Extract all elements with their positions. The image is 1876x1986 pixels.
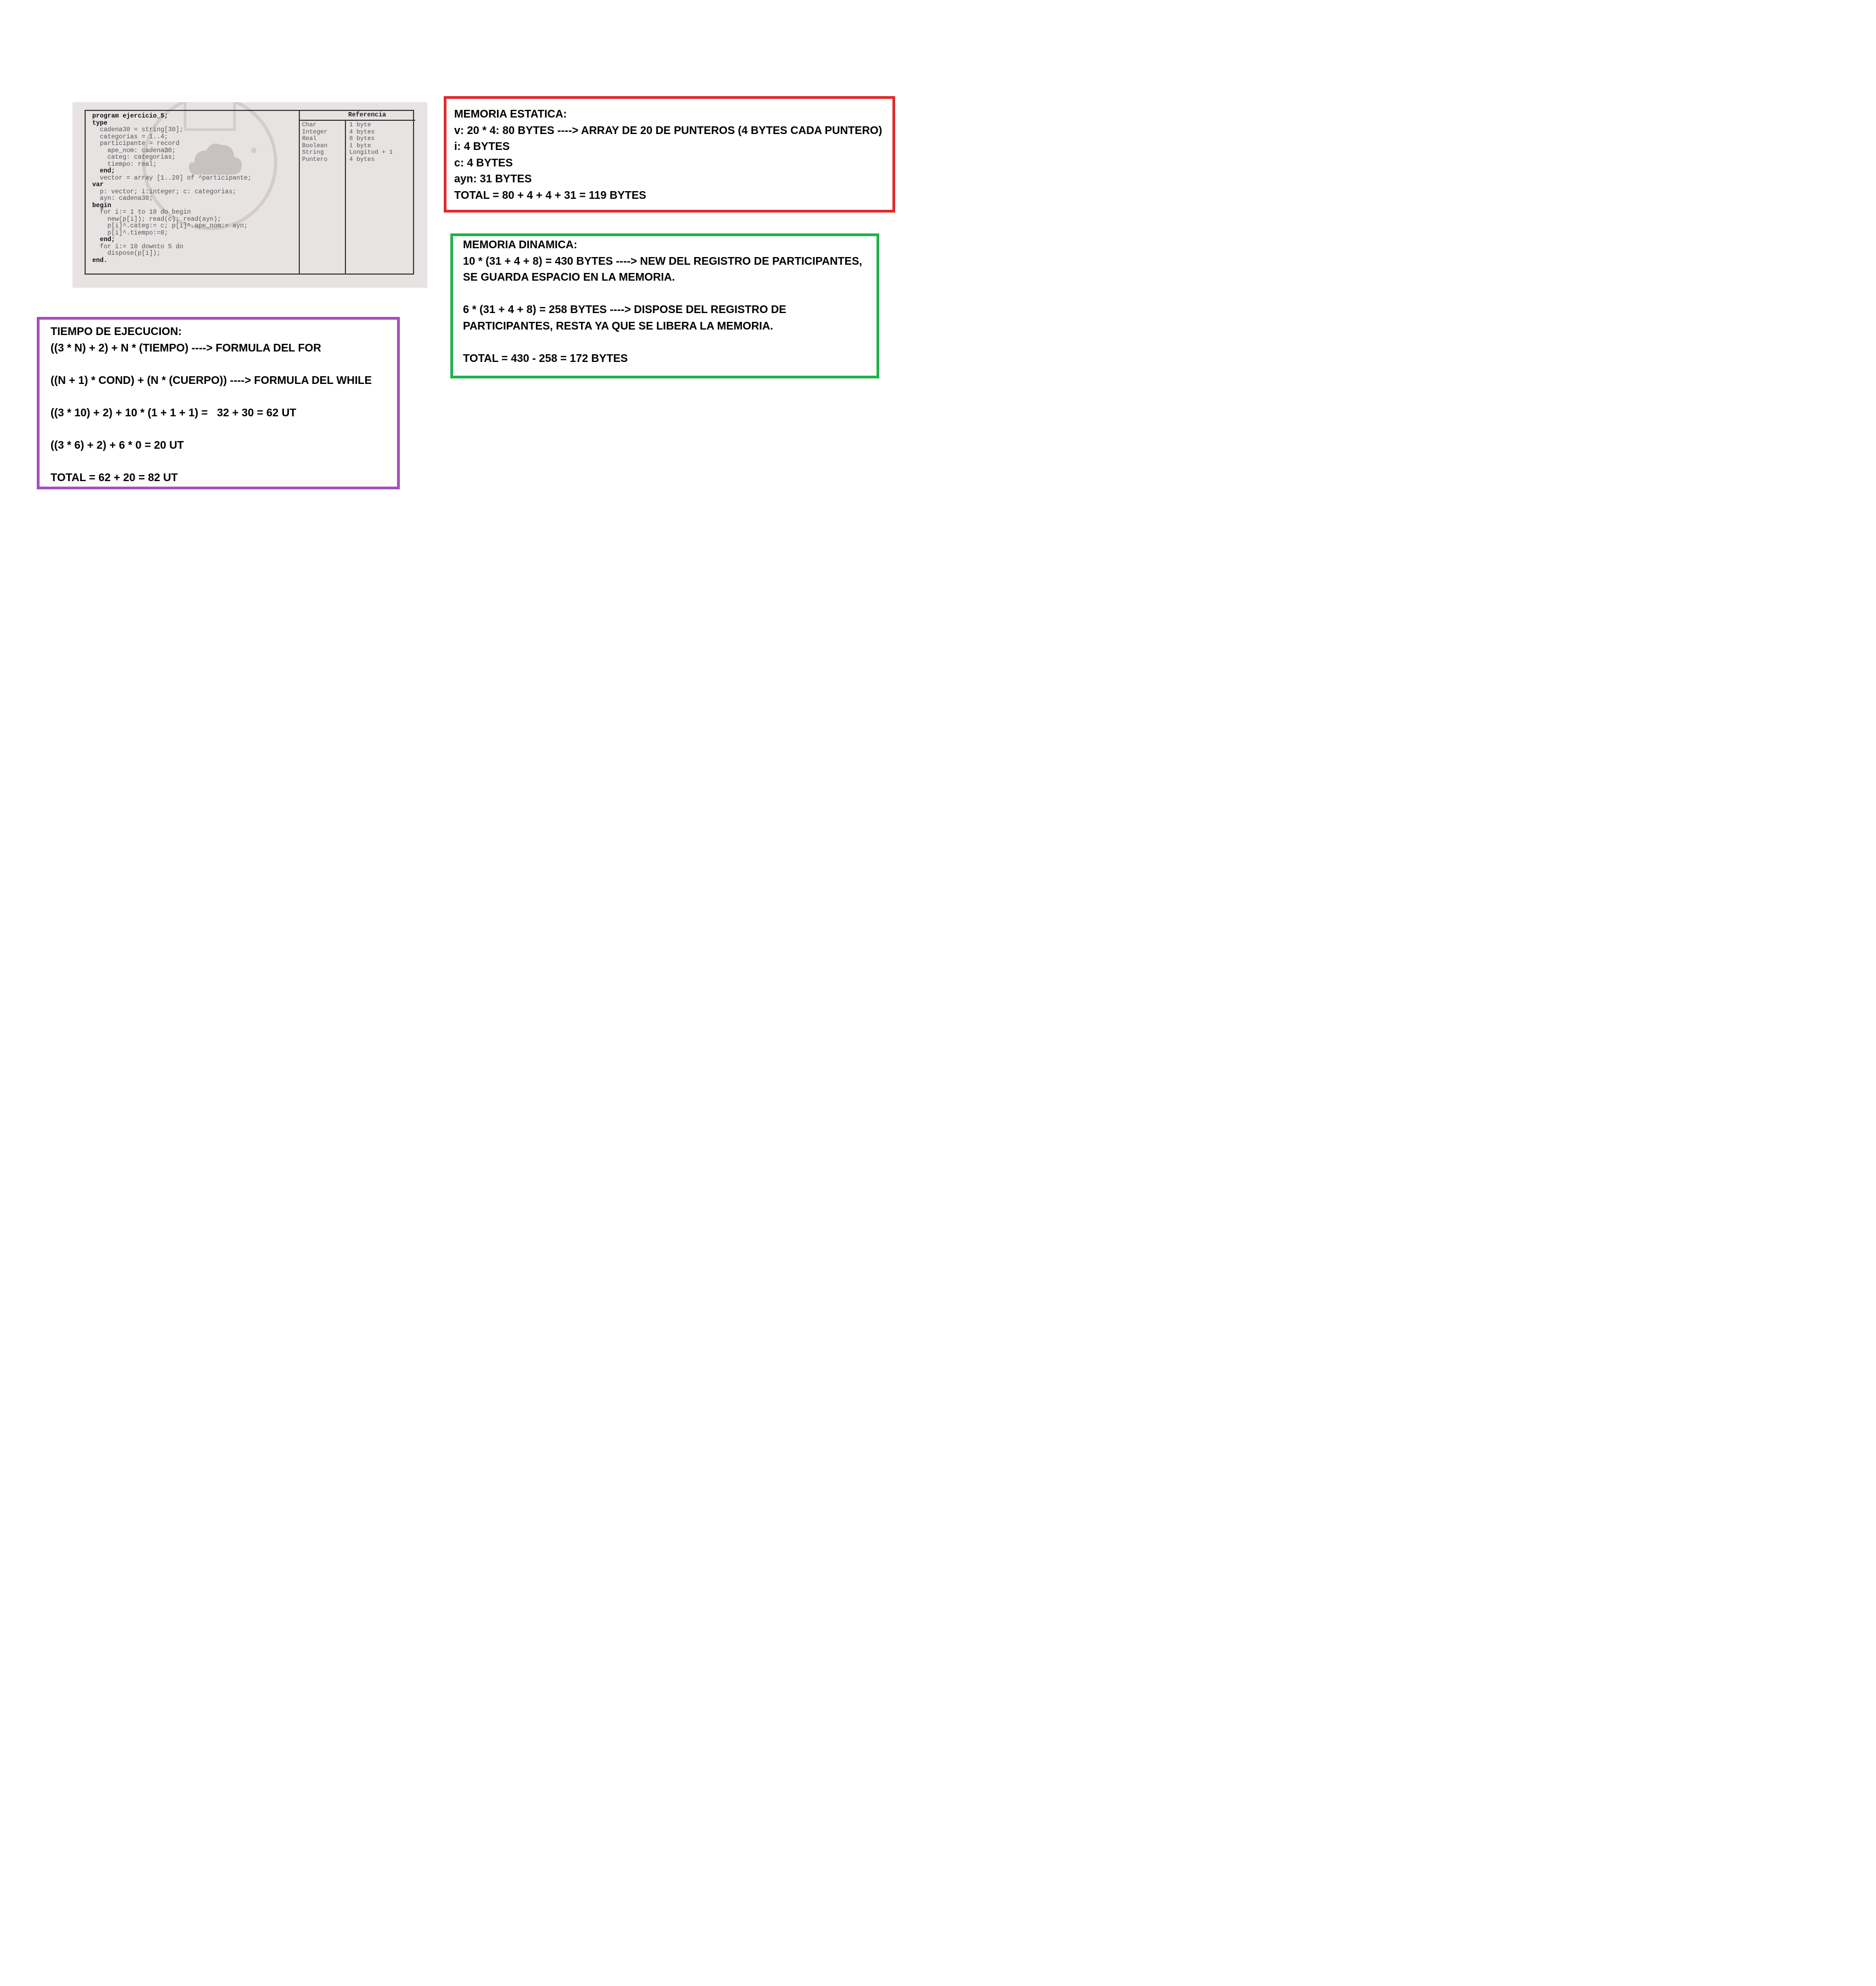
reference-type: Char bbox=[302, 122, 317, 129]
code-line: for i:= 10 downto 5 do bbox=[92, 243, 183, 250]
code-line: begin bbox=[92, 202, 111, 209]
code-line: type bbox=[92, 119, 108, 127]
memoria-dinamica-new-line: SE GUARDA ESPACIO EN LA MEMORIA. bbox=[463, 271, 675, 283]
code-line: ape_nom: cadena30; bbox=[92, 147, 176, 154]
reference-size: Longitud + 1 bbox=[349, 149, 393, 156]
memoria-dinamica-new-line: 10 * (31 + 4 + 8) = 430 BYTES ----> NEW … bbox=[463, 255, 862, 267]
calculo-for-1: ((3 * 10) + 2) + 10 * (1 + 1 + 1) = 32 +… bbox=[51, 406, 297, 419]
code-line: dispose(p[i]); bbox=[92, 250, 161, 257]
exercise-sheet: program ejercicio_5; type cadena30 = str… bbox=[85, 110, 415, 275]
reference-type: Real bbox=[302, 136, 317, 142]
reference-types-column: Char Integer Real Boolean String Puntero bbox=[302, 122, 327, 163]
tiempo-ejecucion-box: TIEMPO DE EJECUCION: ((3 * N) + 2) + N *… bbox=[37, 317, 400, 489]
reference-table-divider bbox=[345, 120, 346, 274]
memoria-dinamica-box: MEMORIA DINAMICA: 10 * (31 + 4 + 8) = 43… bbox=[450, 233, 879, 378]
code-line: end; bbox=[92, 236, 115, 243]
reference-table-header: Referencia bbox=[300, 111, 415, 121]
code-line: end. bbox=[92, 256, 108, 264]
reference-sizes-column: 1 byte 4 bytes 8 bytes 1 byte Longitud +… bbox=[349, 122, 393, 163]
reference-size: 8 bytes bbox=[349, 136, 375, 142]
code-line: categ: categorias; bbox=[92, 154, 176, 161]
memoria-estatica-total: TOTAL = 80 + 4 + 4 + 31 = 119 BYTES bbox=[454, 189, 646, 202]
memoria-dinamica-dispose-line: PARTICIPANTES, RESTA YA QUE SE LIBERA LA… bbox=[463, 320, 773, 332]
memoria-estatica-line: v: 20 * 4: 80 BYTES ----> ARRAY DE 20 DE… bbox=[454, 124, 883, 137]
reference-type: Integer bbox=[302, 129, 328, 136]
code-line: p[i]^.tiempo:=0; bbox=[92, 229, 169, 237]
formula-for: ((3 * N) + 2) + N * (TIEMPO) ----> FORMU… bbox=[51, 342, 321, 354]
reference-size: 1 byte bbox=[349, 142, 371, 149]
tiempo-ejecucion-title: TIEMPO DE EJECUCION: bbox=[51, 326, 182, 338]
code-line: end; bbox=[92, 168, 115, 175]
reference-size: 4 bytes bbox=[349, 129, 375, 136]
code-line: p: vector; i:integer; c: categorias; bbox=[92, 188, 237, 196]
memoria-estatica-line: i: 4 BYTES bbox=[454, 141, 510, 153]
reference-type: Puntero bbox=[302, 156, 328, 163]
calculo-for-2: ((3 * 6) + 2) + 6 * 0 = 20 UT bbox=[51, 439, 184, 451]
tiempo-ejecucion-total: TOTAL = 62 + 20 = 82 UT bbox=[51, 471, 178, 484]
memoria-dinamica-total: TOTAL = 430 - 258 = 172 BYTES bbox=[463, 352, 628, 365]
code-line: for i:= 1 to 10 do begin bbox=[92, 209, 191, 216]
code-line: cadena30 = string[30]; bbox=[92, 126, 183, 133]
reference-size: 4 bytes bbox=[349, 156, 375, 163]
memoria-estatica-box: MEMORIA ESTATICA: v: 20 * 4: 80 BYTES --… bbox=[444, 96, 895, 213]
reference-table-title: Referencia bbox=[348, 111, 387, 119]
memoria-estatica-line: c: 4 BYTES bbox=[454, 157, 513, 169]
code-line: categorias = 1..4; bbox=[92, 133, 169, 141]
pascal-code: program ejercicio_5; type cadena30 = str… bbox=[92, 113, 252, 264]
code-line: new(p[i]); read(c); read(ayn); bbox=[92, 215, 221, 223]
formula-while: ((N + 1) * COND) + (N * (CUERPO)) ----> … bbox=[51, 374, 372, 387]
memoria-estatica-title: MEMORIA ESTATICA: bbox=[454, 108, 567, 120]
code-line: vector = array [1..20] of ^participante; bbox=[92, 174, 252, 182]
reference-type: String bbox=[302, 149, 324, 156]
exercise-photo: program ejercicio_5; type cadena30 = str… bbox=[72, 102, 427, 288]
reference-size: 1 byte bbox=[349, 122, 371, 129]
code-line: participante = record bbox=[92, 140, 180, 147]
code-line: var bbox=[92, 181, 104, 188]
code-line: ayn: cadena30; bbox=[92, 195, 153, 202]
reference-table: Referencia Char Integer Real Boolean Str… bbox=[299, 111, 415, 274]
reference-type: Boolean bbox=[302, 142, 328, 149]
memoria-dinamica-title: MEMORIA DINAMICA: bbox=[463, 239, 578, 251]
code-line: program ejercicio_5; bbox=[92, 113, 169, 120]
memoria-dinamica-dispose-line: 6 * (31 + 4 + 8) = 258 BYTES ----> DISPO… bbox=[463, 304, 786, 316]
code-line: p[i]^.categ:= c; p[i]^.ape_nom:= ayn; bbox=[92, 222, 248, 230]
code-line: tiempo: real; bbox=[92, 160, 157, 168]
memoria-estatica-line: ayn: 31 BYTES bbox=[454, 173, 532, 185]
